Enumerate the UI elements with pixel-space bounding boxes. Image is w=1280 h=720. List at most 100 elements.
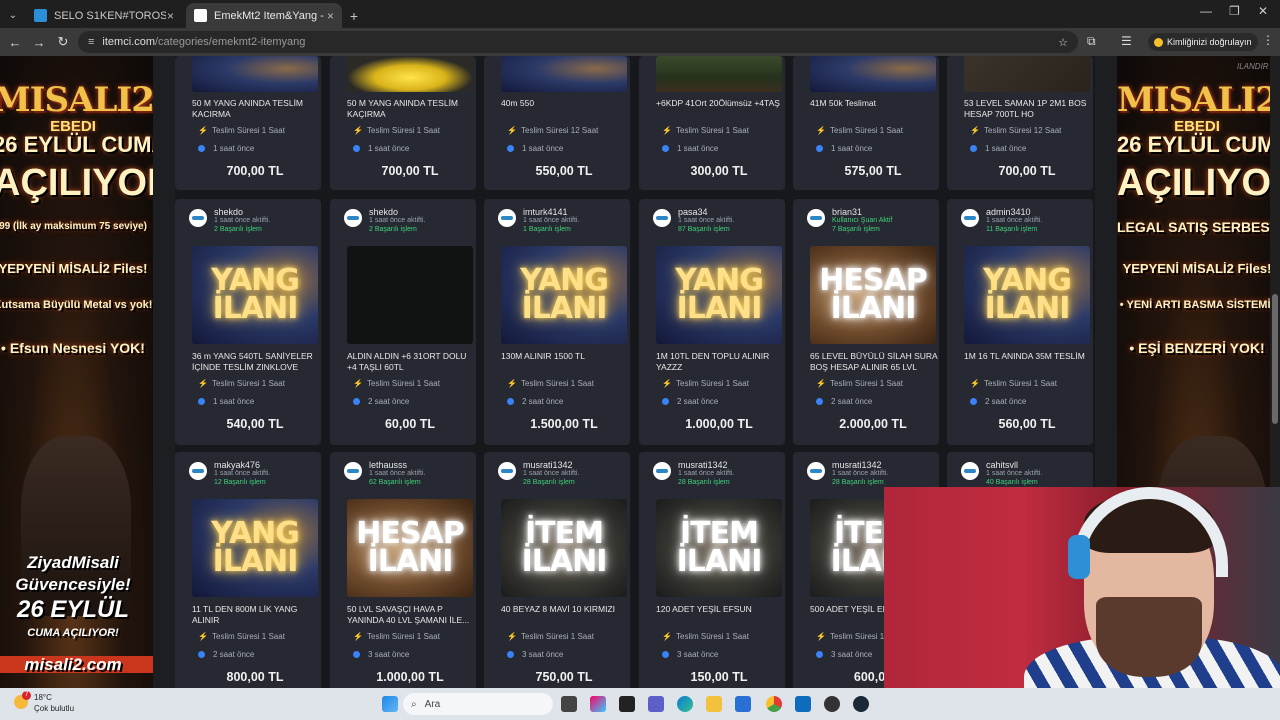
epic-games-icon[interactable] [619, 696, 635, 712]
listing-card[interactable]: musrati1342 1 saat önce aktifti. 28 Başa… [484, 452, 630, 688]
listing-card[interactable]: imturk4141 1 saat önce aktifti. 1 Başarı… [484, 199, 630, 445]
listing-card[interactable]: pasa34 1 saat önce aktifti. 87 Başarılı … [639, 199, 785, 445]
seller-info[interactable]: admin3410 1 saat önce aktifti. 11 Başarı… [961, 207, 1091, 233]
listing-title[interactable]: 40 BEYAZ 8 MAVİ 10 KIRMIZI [501, 604, 629, 626]
listing-title[interactable]: 1M 16 TL ANINDA 35M TESLİM [964, 351, 1092, 373]
seller-info[interactable]: pasa34 1 saat önce aktifti. 87 Başarılı … [653, 207, 783, 233]
seller-name[interactable]: lethausss [369, 460, 407, 470]
listing-title[interactable]: +6KDP 41Ort 20Ölümsüz +4TAŞ [656, 98, 784, 120]
listing-title[interactable]: 40m 550 [501, 98, 629, 120]
listing-card[interactable]: makyak476 1 saat önce aktifti. 12 Başarı… [175, 452, 321, 688]
seller-name[interactable]: pasa34 [678, 207, 708, 217]
close-icon[interactable]: × [327, 9, 334, 23]
seller-name[interactable]: admin3410 [986, 207, 1031, 217]
seller-info[interactable]: shekdo 1 saat önce aktifti. 2 Başarılı i… [344, 207, 474, 233]
seller-info[interactable]: shekdo 1 saat önce aktifti. 2 Başarılı i… [189, 207, 319, 233]
seller-info[interactable]: musrati1342 1 saat önce aktifti. 28 Başa… [807, 460, 937, 486]
seller-info[interactable]: lethausss 1 saat önce aktifti. 62 Başarı… [344, 460, 474, 486]
seller-name[interactable]: brian31 [832, 207, 862, 217]
listing-card[interactable]: 40m 550 ⚡ Teslim Süresi 12 Saat 1 saat önce… [484, 56, 630, 190]
task-view-icon[interactable] [561, 696, 577, 712]
tab-search-icon[interactable]: ⌄ [2, 3, 24, 28]
obs-icon[interactable] [824, 696, 840, 712]
listing-card[interactable]: admin3410 1 saat önce aktifti. 11 Başarı… [947, 199, 1093, 445]
back-icon[interactable]: ← [3, 35, 27, 50]
taskbar-search[interactable]: ⌕ Ara [403, 693, 553, 715]
listing-card[interactable]: 41M 50k Teslimat ⚡ Teslim Süresi 1 Saat 1 s… [793, 56, 939, 190]
listing-card[interactable]: shekdo 1 saat önce aktifti. 2 Başarılı i… [175, 199, 321, 445]
listing-card[interactable]: lethausss 1 saat önce aktifti. 62 Başarı… [330, 452, 476, 688]
listing-image[interactable]: İTEM İLANI [501, 499, 627, 597]
extensions-icon[interactable]: ⧉ [1087, 34, 1096, 49]
steam-icon[interactable] [853, 696, 869, 712]
listing-image[interactable] [810, 56, 936, 92]
seller-info[interactable]: imturk4141 1 saat önce aktifti. 1 Başarı… [498, 207, 628, 233]
listing-image[interactable]: YANG İLANI [192, 499, 318, 597]
listing-card[interactable]: 53 LEVEL SAMAN 1P 2M1 BOS HESAP 700TL HO… [947, 56, 1093, 190]
teams-icon[interactable] [648, 696, 664, 712]
listing-title[interactable]: 65 LEVEL BÜYÜLÜ SİLAH SURA BOŞ HESAP ALI… [810, 351, 938, 373]
file-explorer-icon[interactable] [706, 696, 722, 712]
forward-icon[interactable]: → [27, 35, 51, 50]
listing-title[interactable]: 53 LEVEL SAMAN 1P 2M1 BOS HESAP 700TL HO [964, 98, 1092, 120]
browser-tab-1[interactable]: SELO S1KEN#TOROS (TR) - Leag × [26, 3, 182, 28]
listing-title[interactable]: 120 ADET YEŞİL EFSUN [656, 604, 784, 626]
listing-image[interactable]: HESAP İLANI [347, 499, 473, 597]
minimize-icon[interactable]: — [1200, 4, 1212, 18]
maximize-icon[interactable]: ❐ [1229, 4, 1240, 18]
listing-image[interactable]: YANG İLANI [964, 246, 1090, 344]
listing-image[interactable]: YANG İLANI [656, 246, 782, 344]
close-icon[interactable]: × [167, 9, 174, 23]
listing-card[interactable]: +6KDP 41Ort 20Ölümsüz +4TAŞ ⚡ Teslim Süres… [639, 56, 785, 190]
profile-signin-button[interactable]: Kimliğinizi doğrulayın [1148, 33, 1258, 51]
outlook-icon[interactable] [795, 696, 811, 712]
listing-title[interactable]: 50 LVL SAVAŞÇI HAVA P YANINDA 40 LVL ŞAM… [347, 604, 475, 626]
listing-image[interactable]: HESAP İLANI [810, 246, 936, 344]
left-ad-banner[interactable]: MISALI2 EBEDI 26 EYLÜL CUMA AÇILIYOR! 99… [0, 56, 153, 688]
bookmark-star-icon[interactable]: ☆ [1058, 36, 1068, 49]
listing-image[interactable] [964, 56, 1090, 92]
scrollbar-thumb[interactable] [1272, 294, 1278, 424]
listing-title[interactable]: 11 TL DEN 800M LİK YANG ALINIR [192, 604, 320, 626]
listing-card[interactable]: musrati1342 1 saat önce aktifti. 28 Başa… [639, 452, 785, 688]
seller-name[interactable]: musrati1342 [832, 460, 882, 470]
listing-title[interactable]: 1M 10TL DEN TOPLU ALINIR YAZZZ [656, 351, 784, 373]
listing-image[interactable]: YANG İLANI [501, 246, 627, 344]
listing-image[interactable]: İTEM İLANI [656, 499, 782, 597]
seller-name[interactable]: imturk4141 [523, 207, 568, 217]
reading-list-icon[interactable]: ☰ [1121, 34, 1132, 48]
reload-icon[interactable]: ↻ [51, 34, 75, 50]
copilot-icon[interactable] [590, 696, 606, 712]
listing-image[interactable] [192, 56, 318, 92]
menu-icon[interactable]: ⋮ [1262, 33, 1274, 47]
close-window-icon[interactable]: ✕ [1258, 4, 1268, 18]
listing-image[interactable] [501, 56, 627, 92]
listing-card[interactable]: shekdo 1 saat önce aktifti. 2 Başarılı i… [330, 199, 476, 445]
browser-tab-2[interactable]: EmekMt2 Item&Yang - Metin2 × [186, 3, 342, 28]
seller-info[interactable]: makyak476 1 saat önce aktifti. 12 Başarı… [189, 460, 319, 486]
listing-image[interactable] [347, 56, 473, 92]
seller-name[interactable]: makyak476 [214, 460, 260, 470]
seller-info[interactable]: brian31 Kullanıcı Şuan Aktif 7 Başarılı … [807, 207, 937, 233]
listing-card[interactable]: 50 M YANG ANINDA TESLİM KACIRMA ⚡ Teslim S… [175, 56, 321, 190]
listing-title[interactable]: ALDIN ALDIN +6 31ORT DOLU +4 TAŞLI 60TL [347, 351, 475, 373]
seller-info[interactable]: musrati1342 1 saat önce aktifti. 28 Başa… [653, 460, 783, 486]
seller-name[interactable]: shekdo [369, 207, 398, 217]
listing-title[interactable]: 41M 50k Teslimat [810, 98, 938, 120]
site-info-icon[interactable]: ≡ [88, 36, 94, 48]
seller-name[interactable]: musrati1342 [678, 460, 728, 470]
edge-icon[interactable] [677, 696, 693, 712]
windows-start-icon[interactable] [382, 696, 398, 712]
listing-image[interactable]: YANG İLANI [192, 246, 318, 344]
new-tab-button[interactable]: + [344, 3, 364, 28]
seller-name[interactable]: musrati1342 [523, 460, 573, 470]
seller-name[interactable]: cahitsvll [986, 460, 1018, 470]
seller-info[interactable]: musrati1342 1 saat önce aktifti. 28 Başa… [498, 460, 628, 486]
listing-title[interactable]: 130M ALINIR 1500 TL [501, 351, 629, 373]
listing-image[interactable] [656, 56, 782, 92]
listing-title[interactable]: 36 m YANG 540TL SANİYELER İÇİNDE TESLİM … [192, 351, 320, 373]
seller-info[interactable]: cahitsvll 1 saat önce aktifti. 40 Başarı… [961, 460, 1091, 486]
listing-title[interactable]: 50 M YANG ANINDA TESLİM KACIRMA [192, 98, 320, 120]
address-bar[interactable]: ≡ itemci.com/categories/emekmt2-itemyang… [78, 31, 1078, 53]
listing-card[interactable]: brian31 Kullanıcı Şuan Aktif 7 Başarılı … [793, 199, 939, 445]
